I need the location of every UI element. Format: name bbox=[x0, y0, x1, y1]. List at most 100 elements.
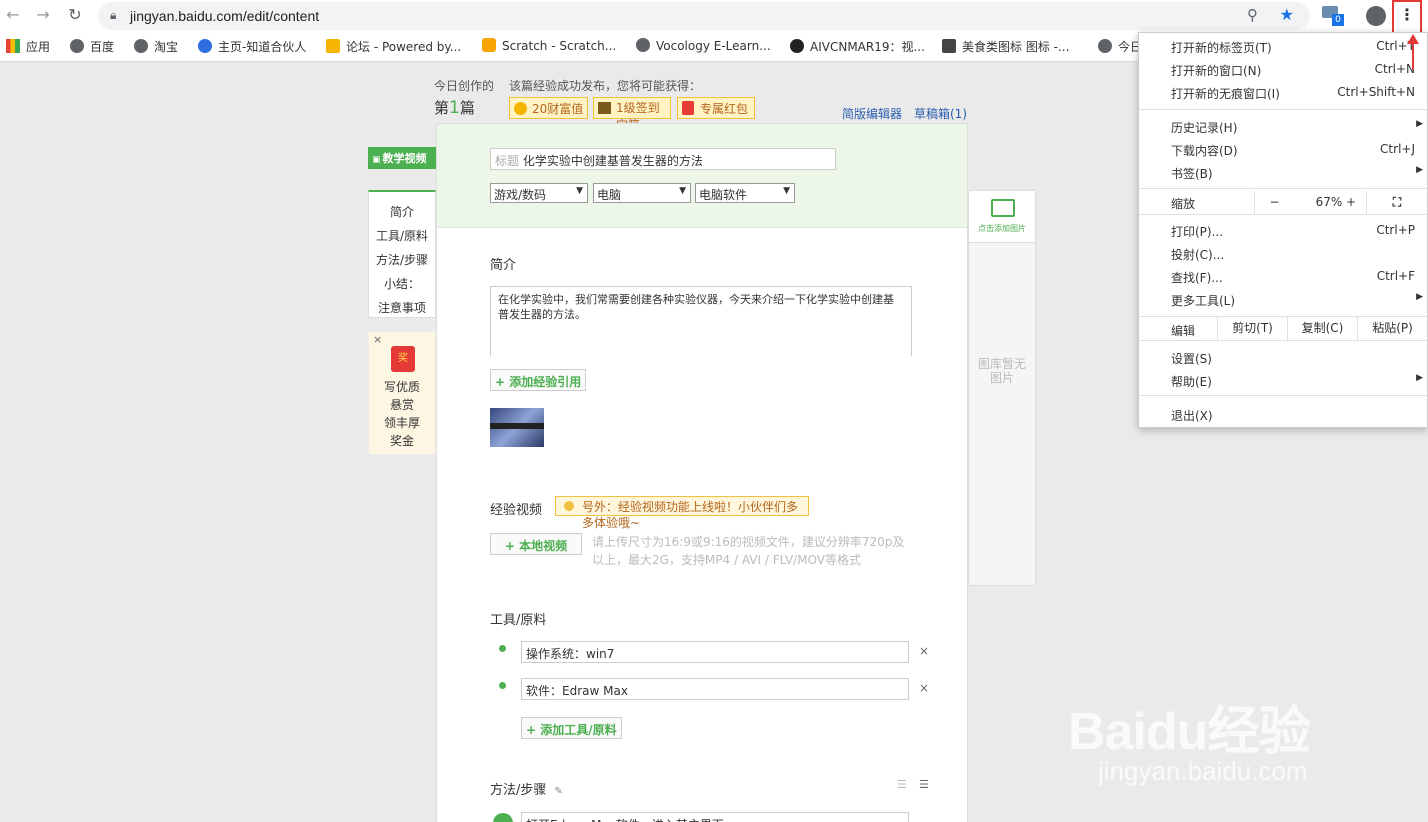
menu-help[interactable]: 帮助(E) ▶ bbox=[1139, 369, 1427, 392]
scratch-icon bbox=[482, 38, 496, 52]
download-extension-icon[interactable]: 0 bbox=[1322, 6, 1344, 26]
bounty-promo[interactable]: × 奖 写优质 悬赏 领丰厚 奖金 bbox=[368, 331, 436, 455]
category-select-2[interactable]: 电脑 ▼ bbox=[593, 183, 691, 203]
reward-wealth: 20财富值 bbox=[509, 97, 589, 119]
baidu-watermark-logo: Baidu经验 bbox=[1068, 703, 1310, 761]
editor-panel: 标题 化学实验中创建基普发生器的方法 游戏/数码 ▼ 电脑 ▼ 电脑软件 ▼ 简介 在… bbox=[436, 123, 968, 822]
bookmark-star-icon[interactable]: ★ bbox=[1280, 5, 1294, 24]
back-arrow-icon[interactable]: ← bbox=[2, 4, 24, 26]
menu-divider bbox=[1139, 214, 1427, 215]
menu-edit-row: 编辑 剪切(T) 复制(C) 粘贴(P) bbox=[1139, 317, 1427, 340]
dropdown-arrow-icon: ▼ bbox=[679, 186, 686, 196]
url-text[interactable]: jingyan.baidu.com/edit/content bbox=[130, 8, 319, 24]
today-count: 第1篇 bbox=[434, 98, 475, 118]
remove-tool-icon[interactable]: × bbox=[919, 644, 929, 658]
zoom-out-button[interactable]: − bbox=[1254, 191, 1294, 214]
nav-intro[interactable]: 简介 bbox=[369, 203, 435, 220]
tool-input-1[interactable]: 操作系统：win7 bbox=[521, 641, 909, 663]
add-reference-button[interactable]: + 添加经验引用 bbox=[490, 369, 587, 391]
bookmark-food-icons[interactable]: 美食类图标 图标 -... bbox=[942, 38, 1069, 55]
bookmark-aivcnmar[interactable]: AIVCNMAR19：视... bbox=[790, 38, 925, 55]
add-image-button[interactable]: 点击添加图片 bbox=[969, 191, 1035, 243]
nav-tools[interactable]: 工具/原料 bbox=[369, 227, 435, 244]
baidu-watermark-url: jingyan.baidu.com bbox=[1098, 756, 1308, 786]
menu-zoom-row: 缩放 − 67% + ⛶ bbox=[1139, 191, 1427, 214]
fullscreen-icon[interactable]: ⛶ bbox=[1366, 191, 1427, 214]
step-number-icon bbox=[493, 813, 513, 822]
menu-exit[interactable]: 退出(X) bbox=[1139, 403, 1427, 426]
bullet-list-icon[interactable]: ☰ bbox=[919, 778, 929, 791]
menu-print[interactable]: 打印(P)... Ctrl+P bbox=[1139, 219, 1427, 242]
tool-input-2[interactable]: 软件：Edraw Max bbox=[521, 678, 909, 700]
nav-summary[interactable]: 小结： bbox=[369, 275, 435, 292]
menu-new-window[interactable]: 打开新的窗口(N) Ctrl+N bbox=[1139, 58, 1427, 81]
profile-avatar-icon[interactable] bbox=[1366, 6, 1386, 26]
category-select-3[interactable]: 电脑软件 ▼ bbox=[695, 183, 795, 203]
bookmark-apps[interactable]: 应用 bbox=[6, 38, 50, 55]
menu-bookmarks[interactable]: 书签(B) ▶ bbox=[1139, 161, 1427, 184]
menu-incognito[interactable]: 打开新的无痕窗口(I) Ctrl+Shift+N bbox=[1139, 81, 1427, 104]
kebab-menu-icon[interactable]: ⋮ bbox=[1398, 5, 1416, 27]
browser-menu: 打开新的标签页(T) Ctrl+T 打开新的窗口(N) Ctrl+N 打开新的无痕窗… bbox=[1138, 32, 1428, 428]
menu-history[interactable]: 历史记录(H) ▶ bbox=[1139, 115, 1427, 138]
paste-button[interactable]: 粘贴(P) bbox=[1357, 317, 1427, 340]
menu-find[interactable]: 查找(F)... Ctrl+F bbox=[1139, 265, 1427, 288]
bookmark-vocology[interactable]: Vocology E-Learn... bbox=[636, 38, 771, 53]
menu-cast[interactable]: 投射(C)... bbox=[1139, 242, 1427, 265]
simple-editor-link[interactable]: 简版编辑器 bbox=[842, 105, 902, 122]
menu-divider bbox=[1139, 188, 1427, 189]
paw-icon bbox=[198, 39, 212, 53]
pencil-icon[interactable]: ✎ bbox=[554, 786, 562, 797]
intro-textarea[interactable]: 在化学实验中，我们常需要创建各种实验仪器，今天来介绍一下化学实验中创建基普发生器… bbox=[490, 286, 912, 356]
add-tool-button[interactable]: + 添加工具/原料 bbox=[521, 717, 622, 739]
robot-icon bbox=[942, 39, 956, 53]
copy-button[interactable]: 复制(C) bbox=[1287, 317, 1357, 340]
section-nav: 简介 工具/原料 方法/步骤 小结： 注意事项 bbox=[368, 190, 436, 318]
title-input[interactable]: 标题 化学实验中创建基普发生器的方法 bbox=[490, 148, 836, 170]
cut-button[interactable]: 剪切(T) bbox=[1217, 317, 1287, 340]
image-thumbnail[interactable] bbox=[490, 408, 544, 447]
steps-heading: 方法/步骤 ✎ bbox=[490, 783, 563, 798]
reward-treasure-box: 1级签到宝箱 bbox=[593, 97, 671, 132]
coin-icon bbox=[514, 102, 527, 115]
numbered-list-icon[interactable]: ☰ bbox=[897, 778, 907, 791]
menu-new-tab[interactable]: 打开新的标签页(T) Ctrl+T bbox=[1139, 35, 1427, 58]
menu-settings[interactable]: 设置(S) bbox=[1139, 346, 1427, 369]
menu-divider bbox=[1139, 340, 1427, 341]
apps-grid-icon bbox=[6, 39, 20, 53]
m-logo-icon bbox=[790, 39, 804, 53]
globe-icon bbox=[1098, 39, 1112, 53]
bookmark-forum[interactable]: 论坛 - Powered by... bbox=[326, 38, 461, 55]
step-input-1[interactable]: 打开Edraw Max软件，进入其主界面 bbox=[521, 812, 909, 822]
nav-notes[interactable]: 注意事项 bbox=[369, 299, 435, 316]
reward-intro: 该篇经验成功发布，您将可能获得： bbox=[509, 79, 702, 93]
reload-icon[interactable]: ↻ bbox=[64, 4, 86, 26]
address-bar[interactable]: 🔒︎ jingyan.baidu.com/edit/content ⚲ ★ bbox=[98, 2, 1310, 30]
promo-text: 写优质 悬赏 领丰厚 奖金 bbox=[383, 380, 420, 448]
drafts-link[interactable]: 草稿箱(1) bbox=[914, 105, 967, 122]
bookmark-zhidao[interactable]: 主页-知道合伙人 bbox=[198, 38, 306, 55]
bookmark-scratch[interactable]: Scratch - Scratch... bbox=[482, 38, 616, 53]
category-select-1[interactable]: 游戏/数码 ▼ bbox=[490, 183, 588, 203]
menu-more-tools[interactable]: 更多工具(L) ▶ bbox=[1139, 288, 1427, 311]
today-label: 今日创作的 bbox=[434, 79, 495, 93]
browser-toolbar: ← → ↻ 🔒︎ jingyan.baidu.com/edit/content … bbox=[0, 0, 1428, 36]
no-image-text: 图库暂无图片 bbox=[977, 357, 1026, 385]
bookmark-today[interactable]: 今日 bbox=[1098, 38, 1142, 55]
zoom-magnifier-icon[interactable]: ⚲ bbox=[1247, 6, 1258, 24]
bookmark-taobao[interactable]: 淘宝 bbox=[134, 38, 178, 55]
forward-arrow-icon[interactable]: → bbox=[32, 4, 54, 26]
tools-heading: 工具/原料 bbox=[490, 613, 547, 628]
menu-downloads[interactable]: 下载内容(D) Ctrl+J bbox=[1139, 138, 1427, 161]
bookmark-baidu[interactable]: 百度 bbox=[70, 38, 114, 55]
local-video-button[interactable]: + 本地视频 bbox=[490, 533, 582, 555]
remove-tool-icon[interactable]: × bbox=[919, 681, 929, 695]
dropdown-arrow-icon: ▼ bbox=[783, 186, 790, 196]
video-tag[interactable]: ▣ 教学视频 bbox=[368, 147, 436, 169]
submenu-arrow-icon: ▶ bbox=[1416, 165, 1423, 175]
nav-steps[interactable]: 方法/步骤 bbox=[369, 251, 435, 268]
add-image-icon bbox=[991, 199, 1015, 217]
zoom-in-button[interactable]: + bbox=[1336, 191, 1366, 214]
close-icon[interactable]: × bbox=[373, 333, 382, 346]
bullet-icon bbox=[499, 645, 506, 652]
